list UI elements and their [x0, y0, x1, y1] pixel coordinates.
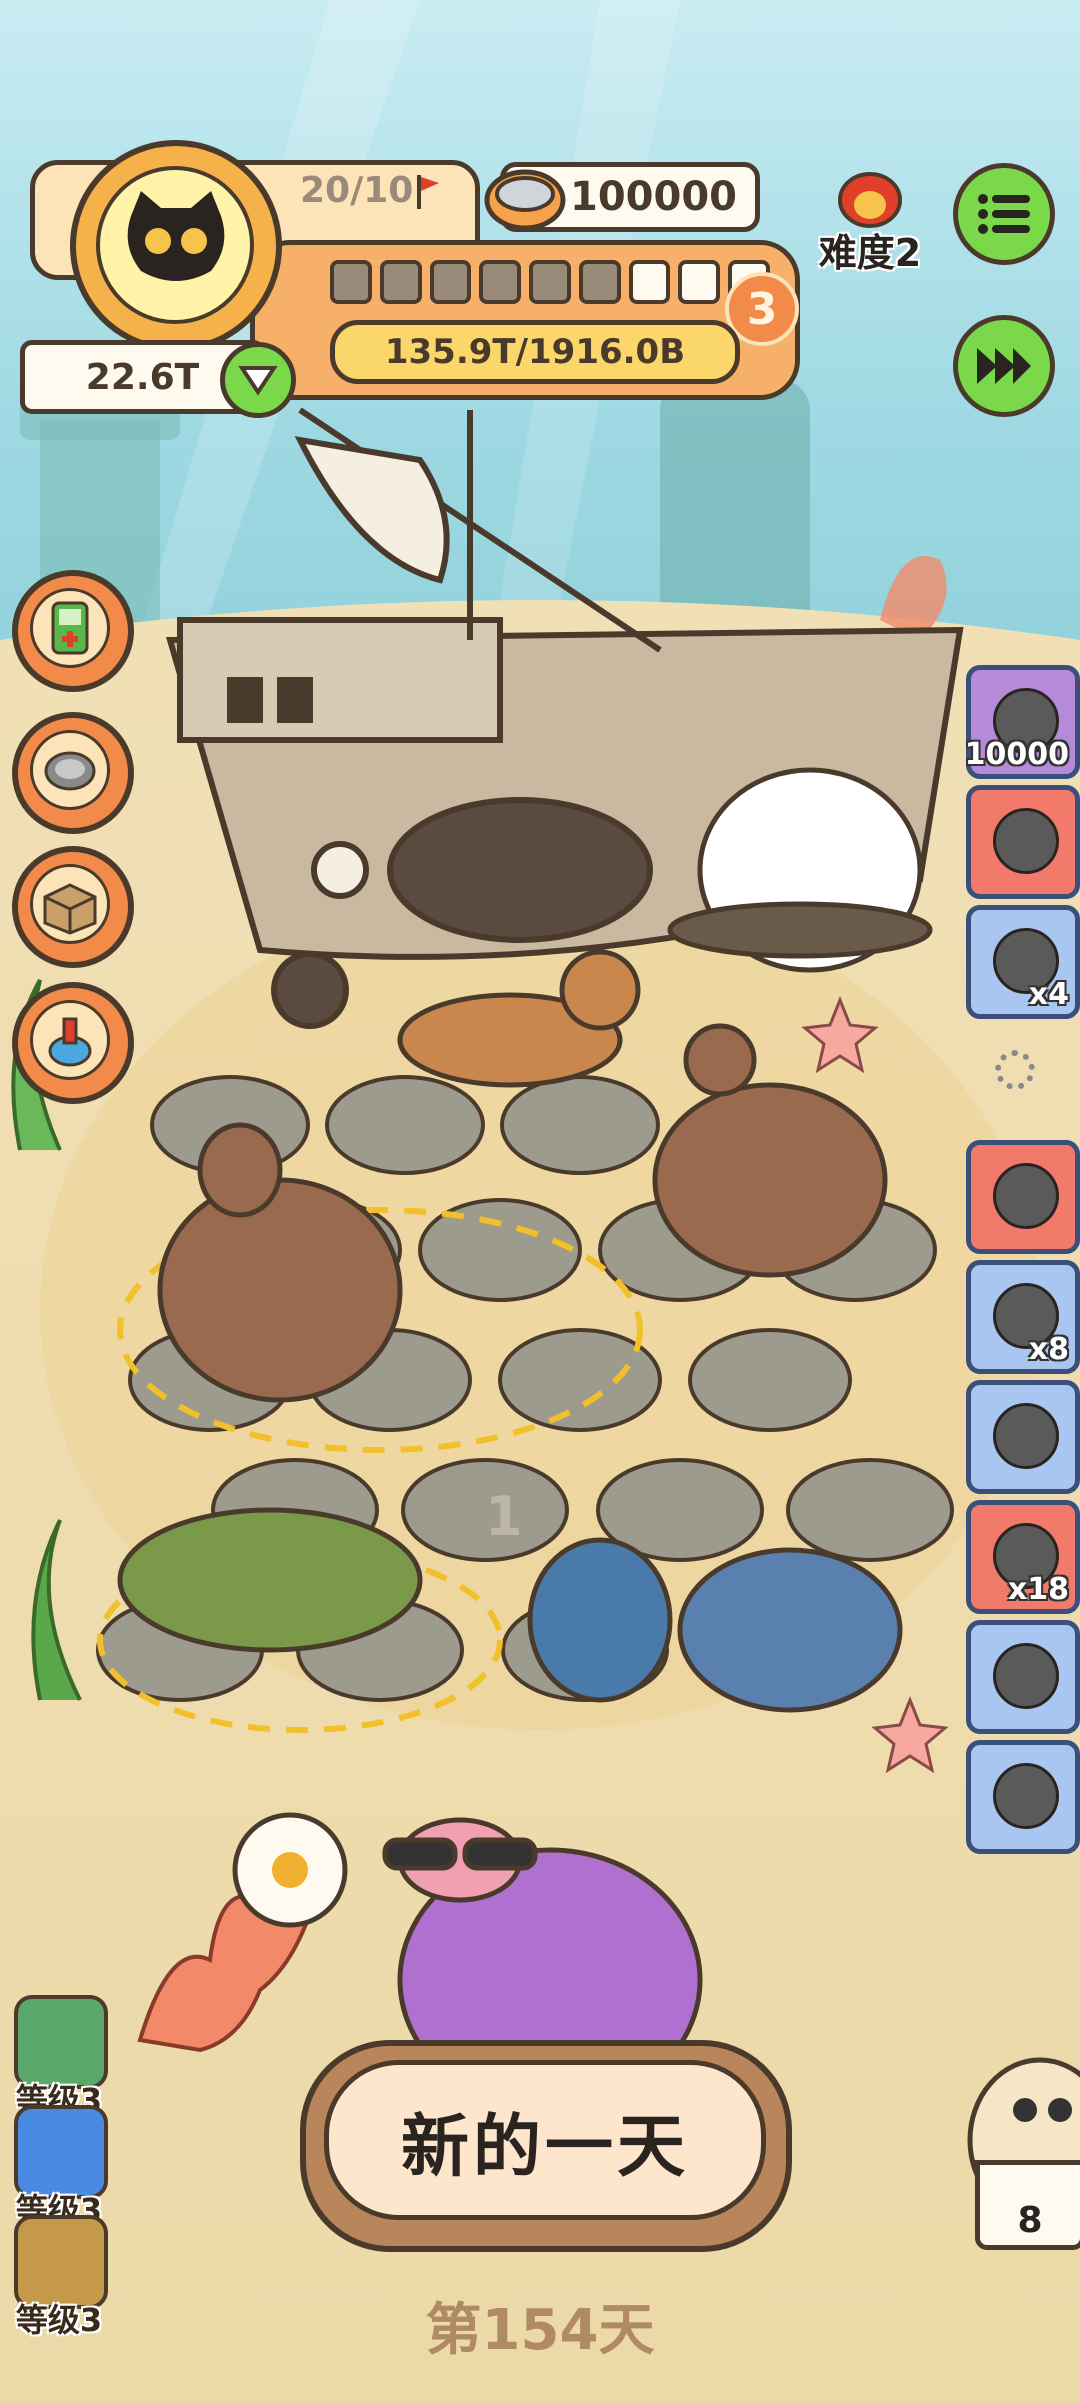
brown-dinosaur-right [652, 1082, 888, 1278]
loading-gear-icon [995, 1050, 1035, 1090]
box-button[interactable] [12, 846, 134, 968]
new-day-button[interactable]: 新的一天 [300, 2040, 792, 2252]
side-item[interactable] [966, 785, 1080, 899]
item-count: x8 [1028, 1332, 1069, 1367]
potion-button[interactable] [12, 982, 134, 1104]
difficulty-text: 难度2 [818, 231, 922, 275]
side-item[interactable]: x18 [966, 1500, 1080, 1614]
coin-can-icon [484, 169, 566, 231]
item-count: x4 [1028, 977, 1069, 1012]
fish-monster [527, 1537, 673, 1703]
day-counter: 第154天 [425, 2298, 655, 2363]
cardboard-box-icon [43, 883, 97, 935]
companion-count-box[interactable]: 8 [975, 2160, 1080, 2250]
side-item[interactable] [966, 1620, 1080, 1734]
pan-button[interactable] [12, 712, 134, 834]
frying-pan-icon [44, 751, 96, 791]
flag-icon [417, 174, 440, 209]
difficulty-indicator[interactable]: 难度2 [810, 160, 930, 277]
value-progress-text: 135.9T/1916.0B [384, 332, 686, 372]
new-day-label: 新的一天 [400, 2107, 689, 2187]
progress-segments [330, 260, 771, 304]
fast-forward-icon [977, 348, 1031, 384]
brown-dinosaur-left [157, 1177, 403, 1403]
plesiosaur [677, 1547, 903, 1713]
chevron-down-icon [238, 366, 278, 396]
progress-segment [479, 260, 522, 304]
camera-icon [993, 1403, 1059, 1469]
gameboy-icon [51, 601, 89, 655]
progress-segment [529, 260, 571, 304]
slot-number: 1 [485, 1485, 523, 1548]
value-progress-bar: 135.9T/1916.0B [330, 320, 740, 384]
potion-bottle-icon [48, 1017, 92, 1067]
dropdown-button[interactable] [220, 342, 296, 418]
capacity-text: 20/10 [300, 170, 414, 211]
ankylosaur [117, 1507, 423, 1653]
black-cat-icon [127, 191, 225, 281]
bones-icon [993, 1163, 1059, 1229]
flower-crest-icon [838, 172, 902, 228]
progress-segment [628, 260, 671, 304]
level-badge[interactable]: 等级3 [14, 2105, 108, 2231]
side-item[interactable] [966, 1140, 1080, 1254]
menu-button[interactable] [953, 163, 1055, 265]
progress-segment [379, 260, 422, 304]
gameboy-button[interactable] [12, 570, 134, 692]
progress-segment [678, 260, 721, 304]
progress-segment [330, 260, 372, 304]
green-bomb-icon [993, 808, 1059, 874]
level-badge[interactable]: 等级3 [14, 1995, 108, 2121]
jar-icon [993, 1643, 1059, 1709]
seed-bag-icon [993, 1763, 1059, 1829]
item-count: 10000 [964, 737, 1069, 772]
side-item[interactable]: 10000 [964, 665, 1080, 779]
side-item[interactable] [966, 1380, 1080, 1494]
fast-forward-button[interactable] [953, 315, 1055, 417]
side-item[interactable]: x8 [966, 1260, 1080, 1374]
list-menu-icon [978, 194, 1030, 234]
side-item[interactable] [966, 1740, 1080, 1854]
player-avatar[interactable] [70, 140, 282, 352]
progress-segment [578, 260, 621, 304]
progress-segment [429, 260, 472, 304]
item-count: x18 [1007, 1572, 1069, 1607]
side-item[interactable]: x4 [966, 905, 1080, 1019]
